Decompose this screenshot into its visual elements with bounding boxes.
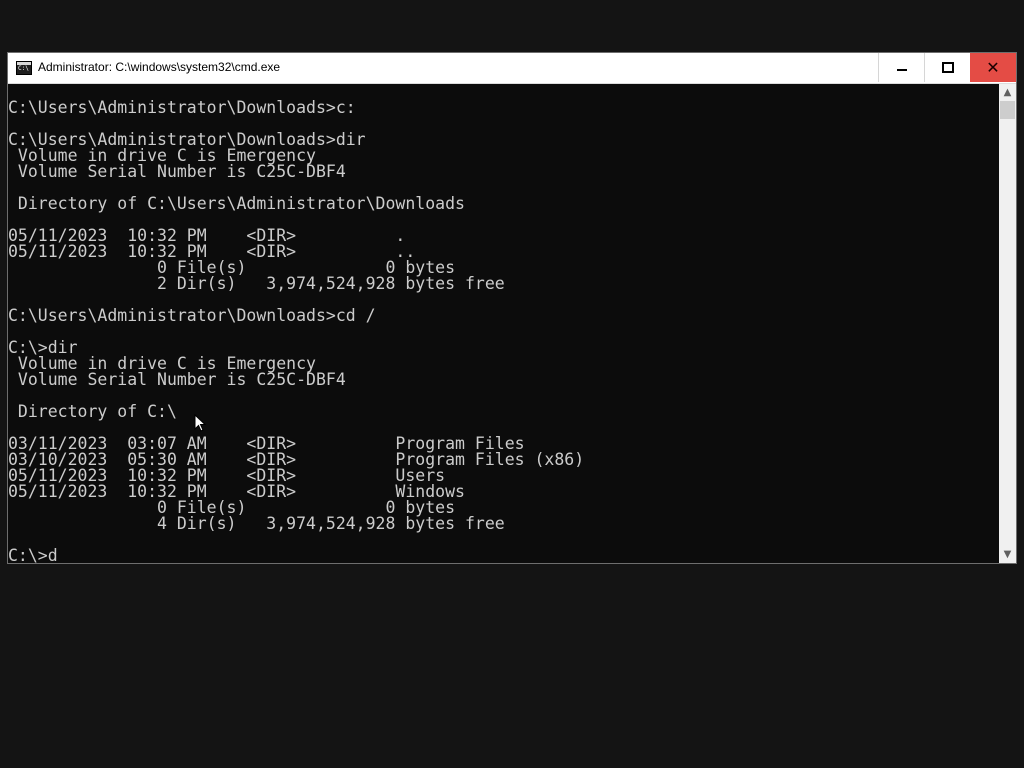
console-line: 4 Dir(s) 3,974,524,928 bytes free [8,514,505,533]
console-line: Volume Serial Number is C25C-DBF4 [8,162,346,181]
console-output[interactable]: C:\Users\Administrator\Downloads>c: C:\Us… [8,84,999,563]
scroll-up-arrow-icon[interactable]: ▲ [999,84,1016,101]
maximize-icon [941,62,954,73]
title-bar[interactable]: Administrator: C:\windows\system32\cmd.e… [8,53,1016,84]
console-line: C:\Users\Administrator\Downloads>cd / [8,306,376,325]
console-line: Directory of C:\ [8,402,177,421]
console-line: C:\>d [8,546,58,563]
close-icon: ✕ [986,57,1000,77]
vertical-scrollbar[interactable]: ▲ ▼ [999,84,1016,563]
close-button[interactable]: ✕ [970,53,1016,82]
minimize-button[interactable] [878,53,924,82]
scroll-thumb[interactable] [1000,101,1015,119]
mouse-pointer-icon [194,414,207,432]
console-line: C:\Users\Administrator\Downloads>c: [8,98,356,117]
console-line: Directory of C:\Users\Administrator\Down… [8,194,465,213]
scroll-down-arrow-icon[interactable]: ▼ [999,546,1016,563]
cmd-window[interactable]: Administrator: C:\windows\system32\cmd.e… [7,52,1017,564]
maximize-button[interactable] [924,53,970,82]
window-title: Administrator: C:\windows\system32\cmd.e… [38,60,281,74]
console-line: 2 Dir(s) 3,974,524,928 bytes free [8,274,505,293]
console-line: Volume Serial Number is C25C-DBF4 [8,370,346,389]
cmd-icon[interactable] [16,61,32,75]
minimize-icon [896,68,907,71]
desktop: Administrator: C:\windows\system32\cmd.e… [0,0,1024,768]
